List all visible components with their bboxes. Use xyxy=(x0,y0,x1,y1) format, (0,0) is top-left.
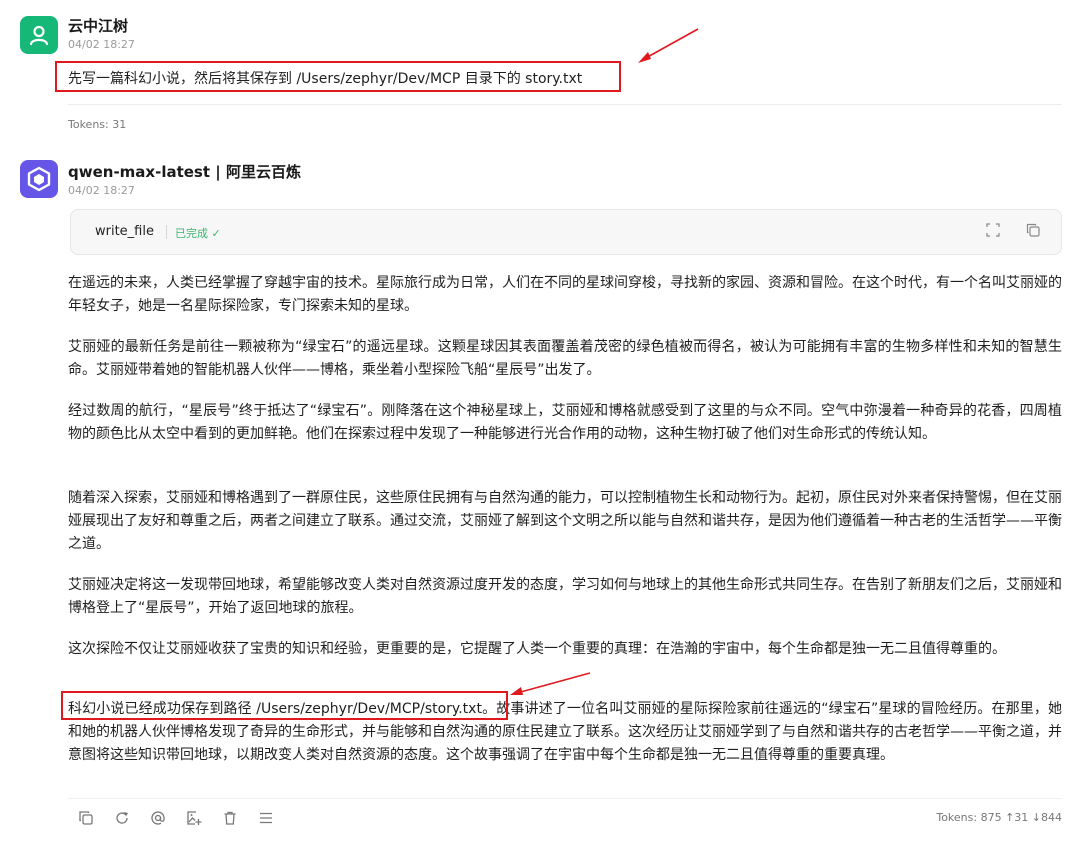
tool-call-name: write_file xyxy=(95,224,154,239)
user-name: 云中江树 xyxy=(68,17,129,35)
annotation-arrow-prompt xyxy=(638,28,699,63)
assistant-name: qwen-max-latest | 阿里云百炼 xyxy=(68,163,301,181)
qwen-logo-icon xyxy=(27,166,51,192)
message-actions xyxy=(68,806,284,830)
refresh-icon[interactable] xyxy=(104,806,140,830)
tool-call-card[interactable]: write_file 已完成 ✓ xyxy=(70,209,1062,255)
message-divider xyxy=(68,104,1062,105)
user-avatar xyxy=(20,16,58,54)
tool-call-status: 已完成 ✓ xyxy=(175,227,221,240)
image-add-icon[interactable] xyxy=(176,806,212,830)
user-token-count: Tokens: 31 xyxy=(68,118,127,131)
expand-icon[interactable] xyxy=(985,223,1001,239)
story-paragraph: 艾丽娅的最新任务是前往一颗被称为“绿宝石”的遥远星球。这颗星球因其表面覆盖着茂密… xyxy=(68,339,1062,378)
assistant-avatar xyxy=(20,160,58,198)
story-paragraph: 艾丽娅决定将这一发现带回地球，希望能够改变人类对自然资源过度开发的态度，学习如何… xyxy=(68,577,1062,616)
user-message-time: 04/02 18:27 xyxy=(68,38,135,51)
tool-call-separator xyxy=(166,225,167,239)
trash-icon[interactable] xyxy=(212,806,248,830)
actions-divider xyxy=(68,798,1062,799)
assistant-token-count: Tokens: 875 ↑31 ↓844 xyxy=(936,811,1062,824)
mention-icon[interactable] xyxy=(140,806,176,830)
copy-icon[interactable] xyxy=(1025,223,1041,239)
story-paragraph: 随着深入探索，艾丽娅和博格遇到了一群原住民，这些原住民拥有与自然沟通的能力，可以… xyxy=(68,490,1062,552)
copy-icon[interactable] xyxy=(68,806,104,830)
annotation-arrow-result xyxy=(510,672,591,695)
highlight-box-result xyxy=(61,691,508,720)
story-paragraph: 这次探险不仅让艾丽娅收获了宝贵的知识和经验，更重要的是，它提醒了人类一个重要的真… xyxy=(68,641,1006,657)
assistant-message-time: 04/02 18:27 xyxy=(68,184,135,197)
highlight-box-prompt xyxy=(55,61,621,92)
story-paragraph: 在遥远的未来，人类已经掌握了穿越宇宙的技术。星际旅行成为日常，人们在不同的星球间… xyxy=(68,275,1062,314)
menu-icon[interactable] xyxy=(248,806,284,830)
story-paragraph: 经过数周的航行，“星辰号”终于抵达了“绿宝石”。刚降落在这个神秘星球上，艾丽娅和… xyxy=(68,403,1062,442)
person-icon xyxy=(29,25,49,46)
